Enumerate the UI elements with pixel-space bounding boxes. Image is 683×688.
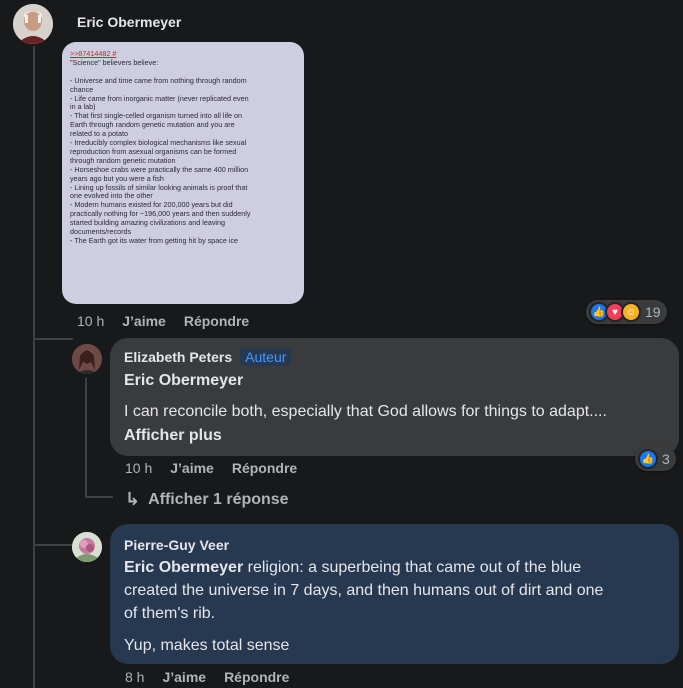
reply1-mention[interactable]: Eric Obermeyer <box>124 372 243 390</box>
reply1-meta: 10 h J’aime Répondre <box>125 460 315 476</box>
thread-connector-2 <box>33 544 73 546</box>
thread-connector-1 <box>33 338 73 340</box>
reply1-reaction-summary[interactable]: 👍 3 <box>635 447 676 471</box>
image-text-line: "Science" believers believe: <box>70 57 159 67</box>
reply-arrow-icon: ↳ <box>125 489 141 509</box>
reaction-summary[interactable]: 👍 ♥ ☺ 19 <box>586 300 667 324</box>
reply2-text-line4: Yup, makes total sense <box>124 637 290 654</box>
image-text-line: - The Earth got its water from getting h… <box>70 236 239 246</box>
avatar-eric[interactable] <box>13 4 53 44</box>
thread-connector-replies <box>85 496 113 498</box>
reply1-time[interactable]: 10 h <box>125 460 152 476</box>
reply2-text: Eric Obermeyer religion: a superbeing th… <box>124 556 672 657</box>
reply-button[interactable]: Répondre <box>232 460 297 476</box>
view-replies-label: Afficher 1 réponse <box>148 490 289 508</box>
like-button[interactable]: J’aime <box>122 313 166 329</box>
image-text-line: - Universe and time came from nothing th… <box>70 75 247 85</box>
view-replies-link[interactable]: ↳ Afficher 1 réponse <box>125 489 289 510</box>
reply2-author[interactable]: Pierre-Guy Veer <box>124 537 229 553</box>
like-button[interactable]: J’aime <box>162 669 206 685</box>
reply2-text-line1: religion: a superbeing that came out of … <box>243 559 582 576</box>
like-button[interactable]: J’aime <box>170 460 214 476</box>
image-text-line: - Life came from inorganic matter (never… <box>70 93 249 103</box>
reply2-text-line3: of them's rib. <box>124 605 216 622</box>
thread-line-reply1 <box>85 378 87 496</box>
comment-image[interactable]: >>87414482 # "Science" believers believe… <box>62 42 304 304</box>
reply2-meta: 8 h J’aime Répondre <box>125 669 307 685</box>
care-reaction-icon: ☺ <box>621 302 641 322</box>
thread-line-main <box>33 46 35 688</box>
reaction-count: 19 <box>645 304 661 320</box>
reply1-bubble: Elizabeth Peters Auteur Eric Obermeyer I… <box>110 338 679 456</box>
comment-time[interactable]: 10 h <box>77 313 104 329</box>
reply1-text: I can reconcile both, especially that Go… <box>124 403 607 420</box>
image-text: "Science" believers believe: - Universe a… <box>70 57 296 246</box>
author-badge: Auteur <box>240 348 292 366</box>
reply2-text-line2: created the universe in 7 days, and then… <box>124 582 604 599</box>
reply2-time[interactable]: 8 h <box>125 669 144 685</box>
see-more-link[interactable]: Afficher plus <box>124 427 222 445</box>
reply2-mention[interactable]: Eric Obermeyer <box>124 559 243 576</box>
comment-meta: 10 h J’aime Répondre <box>77 313 267 329</box>
reply1-author[interactable]: Elizabeth Peters <box>124 349 232 365</box>
avatar-elizabeth[interactable] <box>72 344 102 374</box>
avatar-pierre-guy[interactable] <box>72 532 102 562</box>
reply2-bubble: Pierre-Guy Veer Eric Obermeyer religion:… <box>110 524 679 664</box>
reply-button[interactable]: Répondre <box>224 669 289 685</box>
reply1-reaction-count: 3 <box>662 451 670 467</box>
like-reaction-icon: 👍 <box>638 449 658 469</box>
comment-author[interactable]: Eric Obermeyer <box>77 14 181 30</box>
reply-button[interactable]: Répondre <box>184 313 249 329</box>
